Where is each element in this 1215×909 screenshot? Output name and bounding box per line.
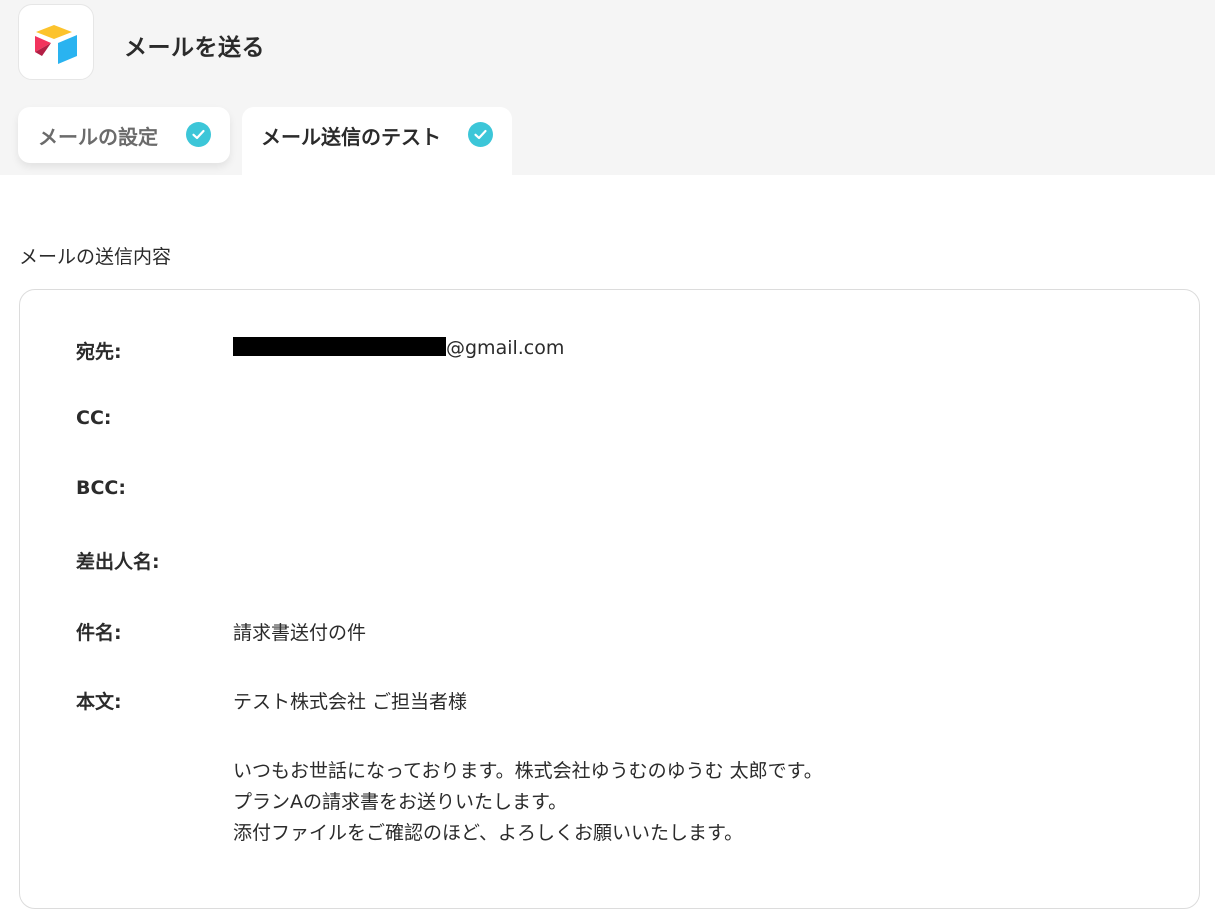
redacted-block bbox=[233, 337, 446, 356]
subject-label: 件名: bbox=[76, 622, 122, 644]
check-circle-icon bbox=[468, 122, 493, 147]
check-circle-icon bbox=[186, 122, 211, 147]
to-label: 宛先: bbox=[76, 341, 122, 363]
to-value: @gmail.com bbox=[233, 337, 564, 359]
sender-name-label: 差出人名: bbox=[76, 551, 160, 573]
tab-label: メールの設定 bbox=[38, 124, 158, 149]
body-line: テスト株式会社 ご担当者様 bbox=[233, 691, 468, 713]
tab-label: メール送信のテスト bbox=[261, 124, 441, 149]
page-title: メールを送る bbox=[124, 35, 265, 61]
bcc-label: BCC: bbox=[76, 477, 126, 499]
body-label: 本文: bbox=[76, 691, 122, 713]
tab-mail-settings[interactable]: メールの設定 bbox=[18, 107, 230, 163]
section-title: メールの送信内容 bbox=[19, 246, 172, 268]
body-line: いつもお世話になっております。株式会社ゆうむのゆうむ 太郎です。 bbox=[233, 760, 823, 782]
airtable-logo-icon bbox=[18, 4, 94, 80]
body-line: 添付ファイルをご確認のほど、よろしくお願いいたします。 bbox=[233, 822, 744, 844]
mail-content-card: 宛先: @gmail.com CC: BCC: 差出人名: 件名: 請求書送付の… bbox=[19, 289, 1200, 909]
body-line: プランAの請求書をお送りいたします。 bbox=[233, 791, 568, 813]
subject-value: 請求書送付の件 bbox=[233, 622, 367, 644]
tab-mail-send-test[interactable]: メール送信のテスト bbox=[242, 107, 512, 175]
to-email-domain: @gmail.com bbox=[446, 337, 565, 359]
header-bar: メールを送る メールの設定 メール送信のテスト bbox=[0, 0, 1215, 175]
cc-label: CC: bbox=[76, 407, 112, 429]
